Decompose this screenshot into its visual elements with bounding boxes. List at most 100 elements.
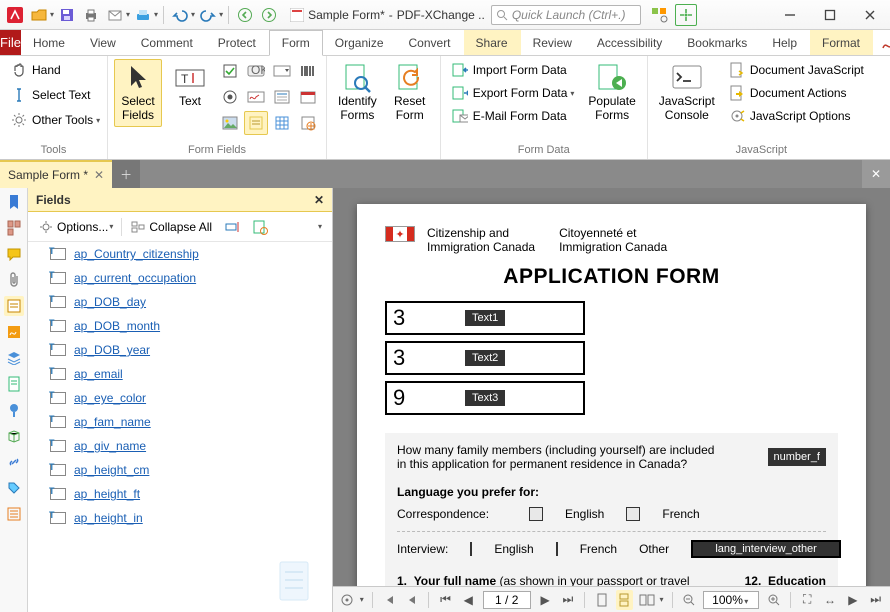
select-fields-button[interactable]: Select Fields: [114, 59, 162, 127]
quick-launch-search[interactable]: Quick Launch (Ctrl+.): [491, 5, 641, 25]
field-row[interactable]: ap_DOB_year: [28, 338, 332, 362]
next-icon[interactable]: ▶: [844, 590, 861, 610]
close-tab-icon[interactable]: ✕: [94, 168, 104, 182]
field-props-icon[interactable]: [296, 111, 320, 135]
minimize-button[interactable]: [770, 0, 810, 30]
hand-tool[interactable]: Hand: [6, 59, 105, 81]
radio-field-icon[interactable]: [218, 85, 242, 109]
continuous-page-icon[interactable]: [616, 590, 633, 610]
reset-form-button[interactable]: Reset Form: [386, 59, 434, 127]
select-text-tool[interactable]: Select Text: [6, 84, 105, 106]
radio-en-intv[interactable]: [470, 542, 472, 556]
two-page-icon[interactable]: [639, 590, 656, 610]
last-page-button[interactable]: ⏭: [559, 590, 576, 610]
first-page-button[interactable]: ⏮: [437, 590, 454, 610]
form-field-number[interactable]: number_f: [768, 448, 826, 466]
app-icon[interactable]: [4, 4, 26, 26]
form-field-text1[interactable]: 3Text1: [385, 301, 585, 335]
panel-menu-button[interactable]: ▾: [316, 220, 326, 233]
single-page-icon[interactable]: [593, 590, 610, 610]
document-javascript[interactable]: Document JavaScript: [724, 59, 869, 81]
field-row[interactable]: ap_height_cm: [28, 458, 332, 482]
thumbnails-pane-icon[interactable]: [4, 218, 24, 238]
links-pane-icon[interactable]: [4, 452, 24, 472]
prev-page-icon[interactable]: [403, 590, 420, 610]
tab-view[interactable]: View: [78, 30, 129, 55]
ui-options-icon[interactable]: [649, 4, 671, 26]
redo-icon[interactable]: [197, 4, 219, 26]
form-field-text2[interactable]: 3Text2: [385, 341, 585, 375]
tab-organize[interactable]: Organize: [323, 30, 397, 55]
button-field-icon[interactable]: OK: [244, 59, 268, 83]
fields-pane-icon[interactable]: [4, 296, 24, 316]
destinations-pane-icon[interactable]: [4, 400, 24, 420]
tab-protect[interactable]: Protect: [206, 30, 269, 55]
listbox-field-icon[interactable]: [270, 85, 294, 109]
email-icon[interactable]: [104, 4, 126, 26]
undo-icon[interactable]: [169, 4, 191, 26]
options-icon[interactable]: [339, 590, 356, 610]
open-icon[interactable]: [28, 4, 50, 26]
3dviews-pane-icon[interactable]: [4, 426, 24, 446]
document-scroll[interactable]: ✦ Citizenship andImmigration Canada Cito…: [333, 188, 890, 586]
export-form-data[interactable]: Export Form Data▾: [447, 82, 580, 104]
tab-home[interactable]: Home: [21, 30, 78, 55]
grid-icon[interactable]: [270, 111, 294, 135]
field-row[interactable]: ap_eye_color: [28, 386, 332, 410]
tab-comment[interactable]: Comment: [129, 30, 206, 55]
document-tab[interactable]: Sample Form *✕: [0, 160, 112, 188]
radio-fr-intv[interactable]: [556, 542, 558, 556]
tags-pane-icon[interactable]: [4, 478, 24, 498]
form-field-other-lang[interactable]: lang_interview_other: [691, 540, 841, 558]
js-console-button[interactable]: JavaScript Console: [654, 59, 720, 127]
field-row[interactable]: ap_height_ft: [28, 482, 332, 506]
zoom-out-button[interactable]: [680, 590, 697, 610]
populate-forms-button[interactable]: Populate Forms: [583, 59, 640, 127]
import-form-data[interactable]: Import Form Data: [447, 59, 580, 81]
text-field-button[interactable]: T Text: [166, 59, 214, 113]
comments-pane-icon[interactable]: [4, 244, 24, 264]
tab-help[interactable]: Help: [760, 30, 810, 55]
barcode-field-icon[interactable]: [296, 59, 320, 83]
properties-pane-icon[interactable]: [4, 504, 24, 524]
dropdown-icon[interactable]: ▾: [50, 10, 54, 19]
scan-icon[interactable]: [132, 4, 154, 26]
other-tools[interactable]: Other Tools▾: [6, 109, 105, 131]
email-form-data[interactable]: E-Mail Form Data: [447, 105, 580, 127]
document-actions[interactable]: Document Actions: [724, 82, 869, 104]
close-all-button[interactable]: ✕: [862, 160, 890, 188]
fit-width-icon[interactable]: ↔: [822, 590, 839, 610]
field-row[interactable]: ap_email: [28, 362, 332, 386]
tab-bookmarks[interactable]: Bookmarks: [675, 30, 760, 55]
dropdown-icon[interactable]: ▾: [191, 10, 195, 19]
collapse-all-button[interactable]: Collapse All: [126, 217, 216, 237]
checkbox-field-icon[interactable]: [218, 59, 242, 83]
attachments-pane-icon[interactable]: [4, 270, 24, 290]
dropdown-field-icon[interactable]: [270, 59, 294, 83]
bookmarks-pane-icon[interactable]: [4, 192, 24, 212]
fields-list[interactable]: ap_Country_citizenship ap_current_occupa…: [28, 242, 332, 612]
tab-form[interactable]: Form: [269, 30, 323, 56]
field-row[interactable]: ap_fam_name: [28, 410, 332, 434]
field-settings-button[interactable]: [248, 217, 272, 237]
javascript-options[interactable]: JavaScript Options: [724, 105, 869, 127]
image-field-icon[interactable]: [218, 111, 242, 135]
zoom-in-button[interactable]: [765, 590, 782, 610]
field-row[interactable]: ap_height_in: [28, 506, 332, 530]
field-row[interactable]: ap_Country_citizenship: [28, 242, 332, 266]
tab-format[interactable]: Format: [810, 30, 873, 55]
maximize-button[interactable]: [810, 0, 850, 30]
end-icon[interactable]: ⏭: [867, 590, 884, 610]
zoom-field[interactable]: 100% ▾: [703, 591, 759, 609]
print-icon[interactable]: [80, 4, 102, 26]
launch-icon[interactable]: [675, 4, 697, 26]
field-row[interactable]: ap_current_occupation: [28, 266, 332, 290]
date-field-icon[interactable]: [296, 85, 320, 109]
nav-fwd-icon[interactable]: [258, 4, 280, 26]
save-icon[interactable]: [56, 4, 78, 26]
tab-convert[interactable]: Convert: [397, 30, 464, 55]
panel-options-button[interactable]: Options...▾: [34, 217, 117, 237]
prev-page-button[interactable]: ◀: [460, 590, 477, 610]
layers-pane-icon[interactable]: [4, 348, 24, 368]
fit-page-icon[interactable]: ⛶: [799, 590, 816, 610]
